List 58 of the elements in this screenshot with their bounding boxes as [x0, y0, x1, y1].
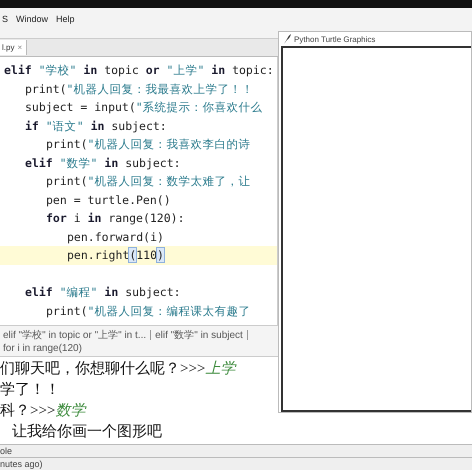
code-keyword: for [46, 211, 67, 225]
code-keyword: elif [4, 63, 33, 77]
code-keyword: if [25, 118, 40, 132]
code-string: "编程" [60, 285, 98, 299]
console-input-text: 上学 [205, 361, 236, 377]
code-keyword: in [82, 63, 98, 77]
console-output-text: 学了！！ [0, 382, 60, 398]
code-text: subject: [124, 285, 181, 299]
feather-icon [283, 34, 291, 44]
matched-bracket: ( [129, 248, 136, 262]
code-text: i [72, 211, 82, 225]
console-input-text: 数学 [55, 403, 86, 419]
menu-item[interactable]: S [2, 14, 8, 24]
close-tab-button[interactable]: × [16, 40, 28, 55]
code-text: print( [46, 137, 88, 151]
code-keyword: in [103, 156, 118, 170]
status-text: nutes ago) [0, 459, 43, 469]
code-string: "学校" [38, 63, 76, 77]
console-output-text: 科？>>> [0, 403, 56, 419]
console-output-text: 让我给你画一个图形吧 [12, 424, 162, 440]
console-output-text: 们聊天吧，你想聊什么呢？>>> [0, 361, 206, 377]
code-string: "机器人回复：我最喜欢上学了！！ [66, 82, 254, 96]
code-text: topic [103, 63, 140, 77]
code-string: "系统提示：你喜欢什么 [136, 100, 263, 114]
code-text: range(120): [107, 211, 185, 225]
code-text: pen = turtle.Pen() [46, 192, 171, 206]
code-string: "数学" [60, 156, 98, 170]
breadcrumb-item[interactable]: elif "数学" in subject [155, 328, 243, 342]
code-text: print( [46, 304, 88, 318]
breadcrumb-item[interactable]: elif "学校" in topic or "上学" in t... [3, 328, 146, 342]
code-text: pen.forward(i) [67, 230, 164, 244]
matched-bracket: ) [157, 248, 164, 262]
menu-item[interactable]: Help [56, 14, 75, 24]
code-string: "机器人回复：编程课太有趣了 [88, 304, 250, 318]
code-text: print( [46, 174, 88, 188]
code-string: "机器人回复：数学太难了，让 [88, 174, 250, 188]
code-keyword: elif [25, 156, 54, 170]
code-string: "语文" [46, 118, 84, 132]
code-text: pen.right [67, 248, 130, 262]
code-keyword: or [146, 63, 161, 77]
status-text: ole [0, 446, 12, 456]
code-text: subject: [124, 156, 181, 170]
code-keyword: in [103, 285, 118, 299]
menu-item[interactable]: Window [16, 14, 48, 24]
window-title: Python Turtle Graphics [294, 34, 376, 44]
code-keyword: elif [25, 285, 54, 299]
code-string: "上学" [166, 63, 204, 77]
code-text: 110 [136, 248, 158, 262]
editor-tab[interactable]: l.py [0, 40, 16, 55]
code-text: subject: [110, 118, 167, 132]
code-string: "机器人回复：我喜欢李白的诗 [88, 137, 250, 151]
code-keyword: in [88, 211, 102, 225]
code-text: print( [25, 82, 67, 96]
breadcrumb-item[interactable]: for i in range(120) [3, 343, 82, 354]
code-text: subject = input( [25, 100, 136, 114]
code-keyword: in [90, 118, 104, 132]
code-text: topic: [231, 63, 274, 77]
code-keyword: in [210, 63, 226, 77]
